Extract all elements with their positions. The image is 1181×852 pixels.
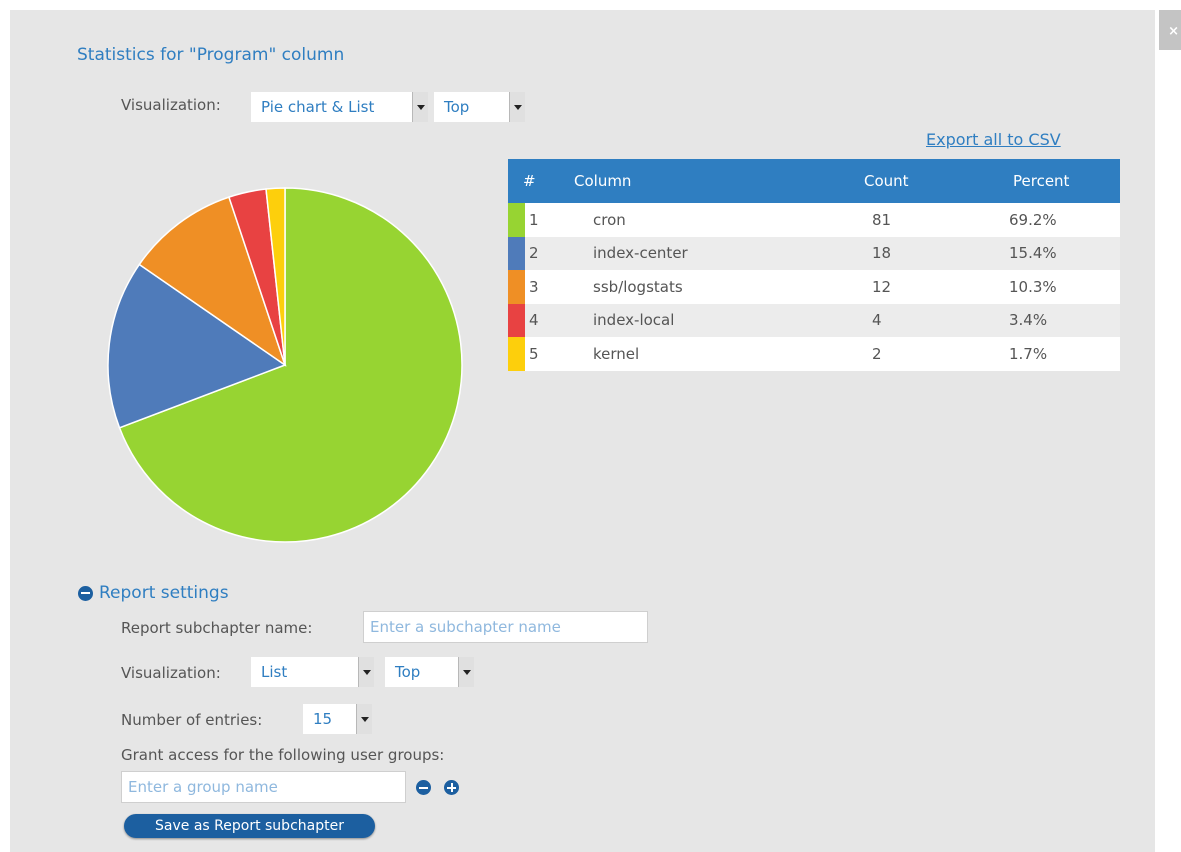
dropdown-arrow-icon[interactable] [356, 704, 372, 734]
report-visualization-order-select[interactable]: Top [385, 657, 474, 687]
visualization-type-select[interactable]: Pie chart & List [251, 92, 428, 122]
header-column: Column [574, 159, 856, 203]
row-name: index-center [574, 236, 856, 270]
report-settings-label: Report settings [99, 583, 229, 603]
header-count: Count [856, 159, 1001, 203]
row-percent: 3.4% [1001, 303, 1120, 337]
report-visualization-type-value: List [261, 663, 288, 681]
color-swatch [508, 236, 525, 270]
dropdown-arrow-icon[interactable] [509, 92, 525, 122]
header-rank: # [508, 159, 574, 203]
row-name: kernel [574, 337, 856, 371]
pie-chart [107, 187, 463, 543]
row-rank: 4 [525, 303, 574, 337]
row-rank: 1 [525, 203, 574, 237]
group-name-input[interactable]: Enter a group name [121, 771, 406, 803]
row-count: 4 [856, 303, 1001, 337]
color-swatch [508, 337, 525, 371]
report-visualization-order-value: Top [395, 663, 421, 681]
row-percent: 15.4% [1001, 236, 1120, 270]
color-swatch [508, 303, 525, 337]
dropdown-arrow-icon[interactable] [458, 657, 474, 687]
dialog-title: Statistics for "Program" column [77, 45, 345, 65]
dropdown-arrow-icon[interactable] [412, 92, 428, 122]
subchapter-name-label: Report subchapter name: [121, 619, 313, 637]
row-percent: 10.3% [1001, 270, 1120, 304]
visualization-order-value: Top [444, 98, 470, 116]
visualization-type-value: Pie chart & List [261, 98, 375, 116]
visualization-order-select[interactable]: Top [434, 92, 525, 122]
color-swatch [508, 203, 525, 237]
row-count: 81 [856, 203, 1001, 237]
minus-circle-icon [78, 585, 93, 601]
row-percent: 1.7% [1001, 337, 1120, 371]
row-count: 12 [856, 270, 1001, 304]
row-count: 18 [856, 236, 1001, 270]
row-rank: 2 [525, 236, 574, 270]
table-row[interactable]: 4 index-local 4 3.4% [508, 303, 1120, 337]
table-header-row: # Column Count Percent [508, 159, 1120, 203]
report-visualization-type-select[interactable]: List [251, 657, 374, 687]
number-of-entries-value: 15 [313, 710, 333, 728]
statistics-table: # Column Count Percent 1 cron 81 69.2% 2… [508, 159, 1120, 371]
subchapter-name-input[interactable]: Enter a subchapter name [363, 611, 648, 643]
report-visualization-label: Visualization: [121, 664, 221, 682]
row-count: 2 [856, 337, 1001, 371]
number-of-entries-select[interactable]: 15 [303, 704, 372, 734]
visualization-label: Visualization: [121, 96, 221, 114]
table-row[interactable]: 1 cron 81 69.2% [508, 203, 1120, 237]
save-report-subchapter-button[interactable]: Save as Report subchapter [124, 814, 375, 838]
row-name: cron [574, 203, 856, 237]
row-name: ssb/logstats [574, 270, 856, 304]
dropdown-arrow-icon[interactable] [358, 657, 374, 687]
color-swatch [508, 270, 525, 304]
table-row[interactable]: 2 index-center 18 15.4% [508, 236, 1120, 270]
row-rank: 3 [525, 270, 574, 304]
export-csv-link[interactable]: Export all to CSV [926, 130, 1061, 149]
remove-group-icon[interactable] [416, 780, 431, 795]
row-percent: 69.2% [1001, 203, 1120, 237]
report-settings-toggle[interactable]: Report settings [78, 583, 229, 603]
row-rank: 5 [525, 337, 574, 371]
table-row[interactable]: 3 ssb/logstats 12 10.3% [508, 270, 1120, 304]
header-percent: Percent [1001, 159, 1120, 203]
add-group-icon[interactable] [444, 780, 459, 795]
number-of-entries-label: Number of entries: [121, 711, 263, 729]
table-row[interactable]: 5 kernel 2 1.7% [508, 337, 1120, 371]
close-icon[interactable]: × [1159, 10, 1181, 50]
user-groups-label: Grant access for the following user grou… [121, 746, 445, 764]
row-name: index-local [574, 303, 856, 337]
